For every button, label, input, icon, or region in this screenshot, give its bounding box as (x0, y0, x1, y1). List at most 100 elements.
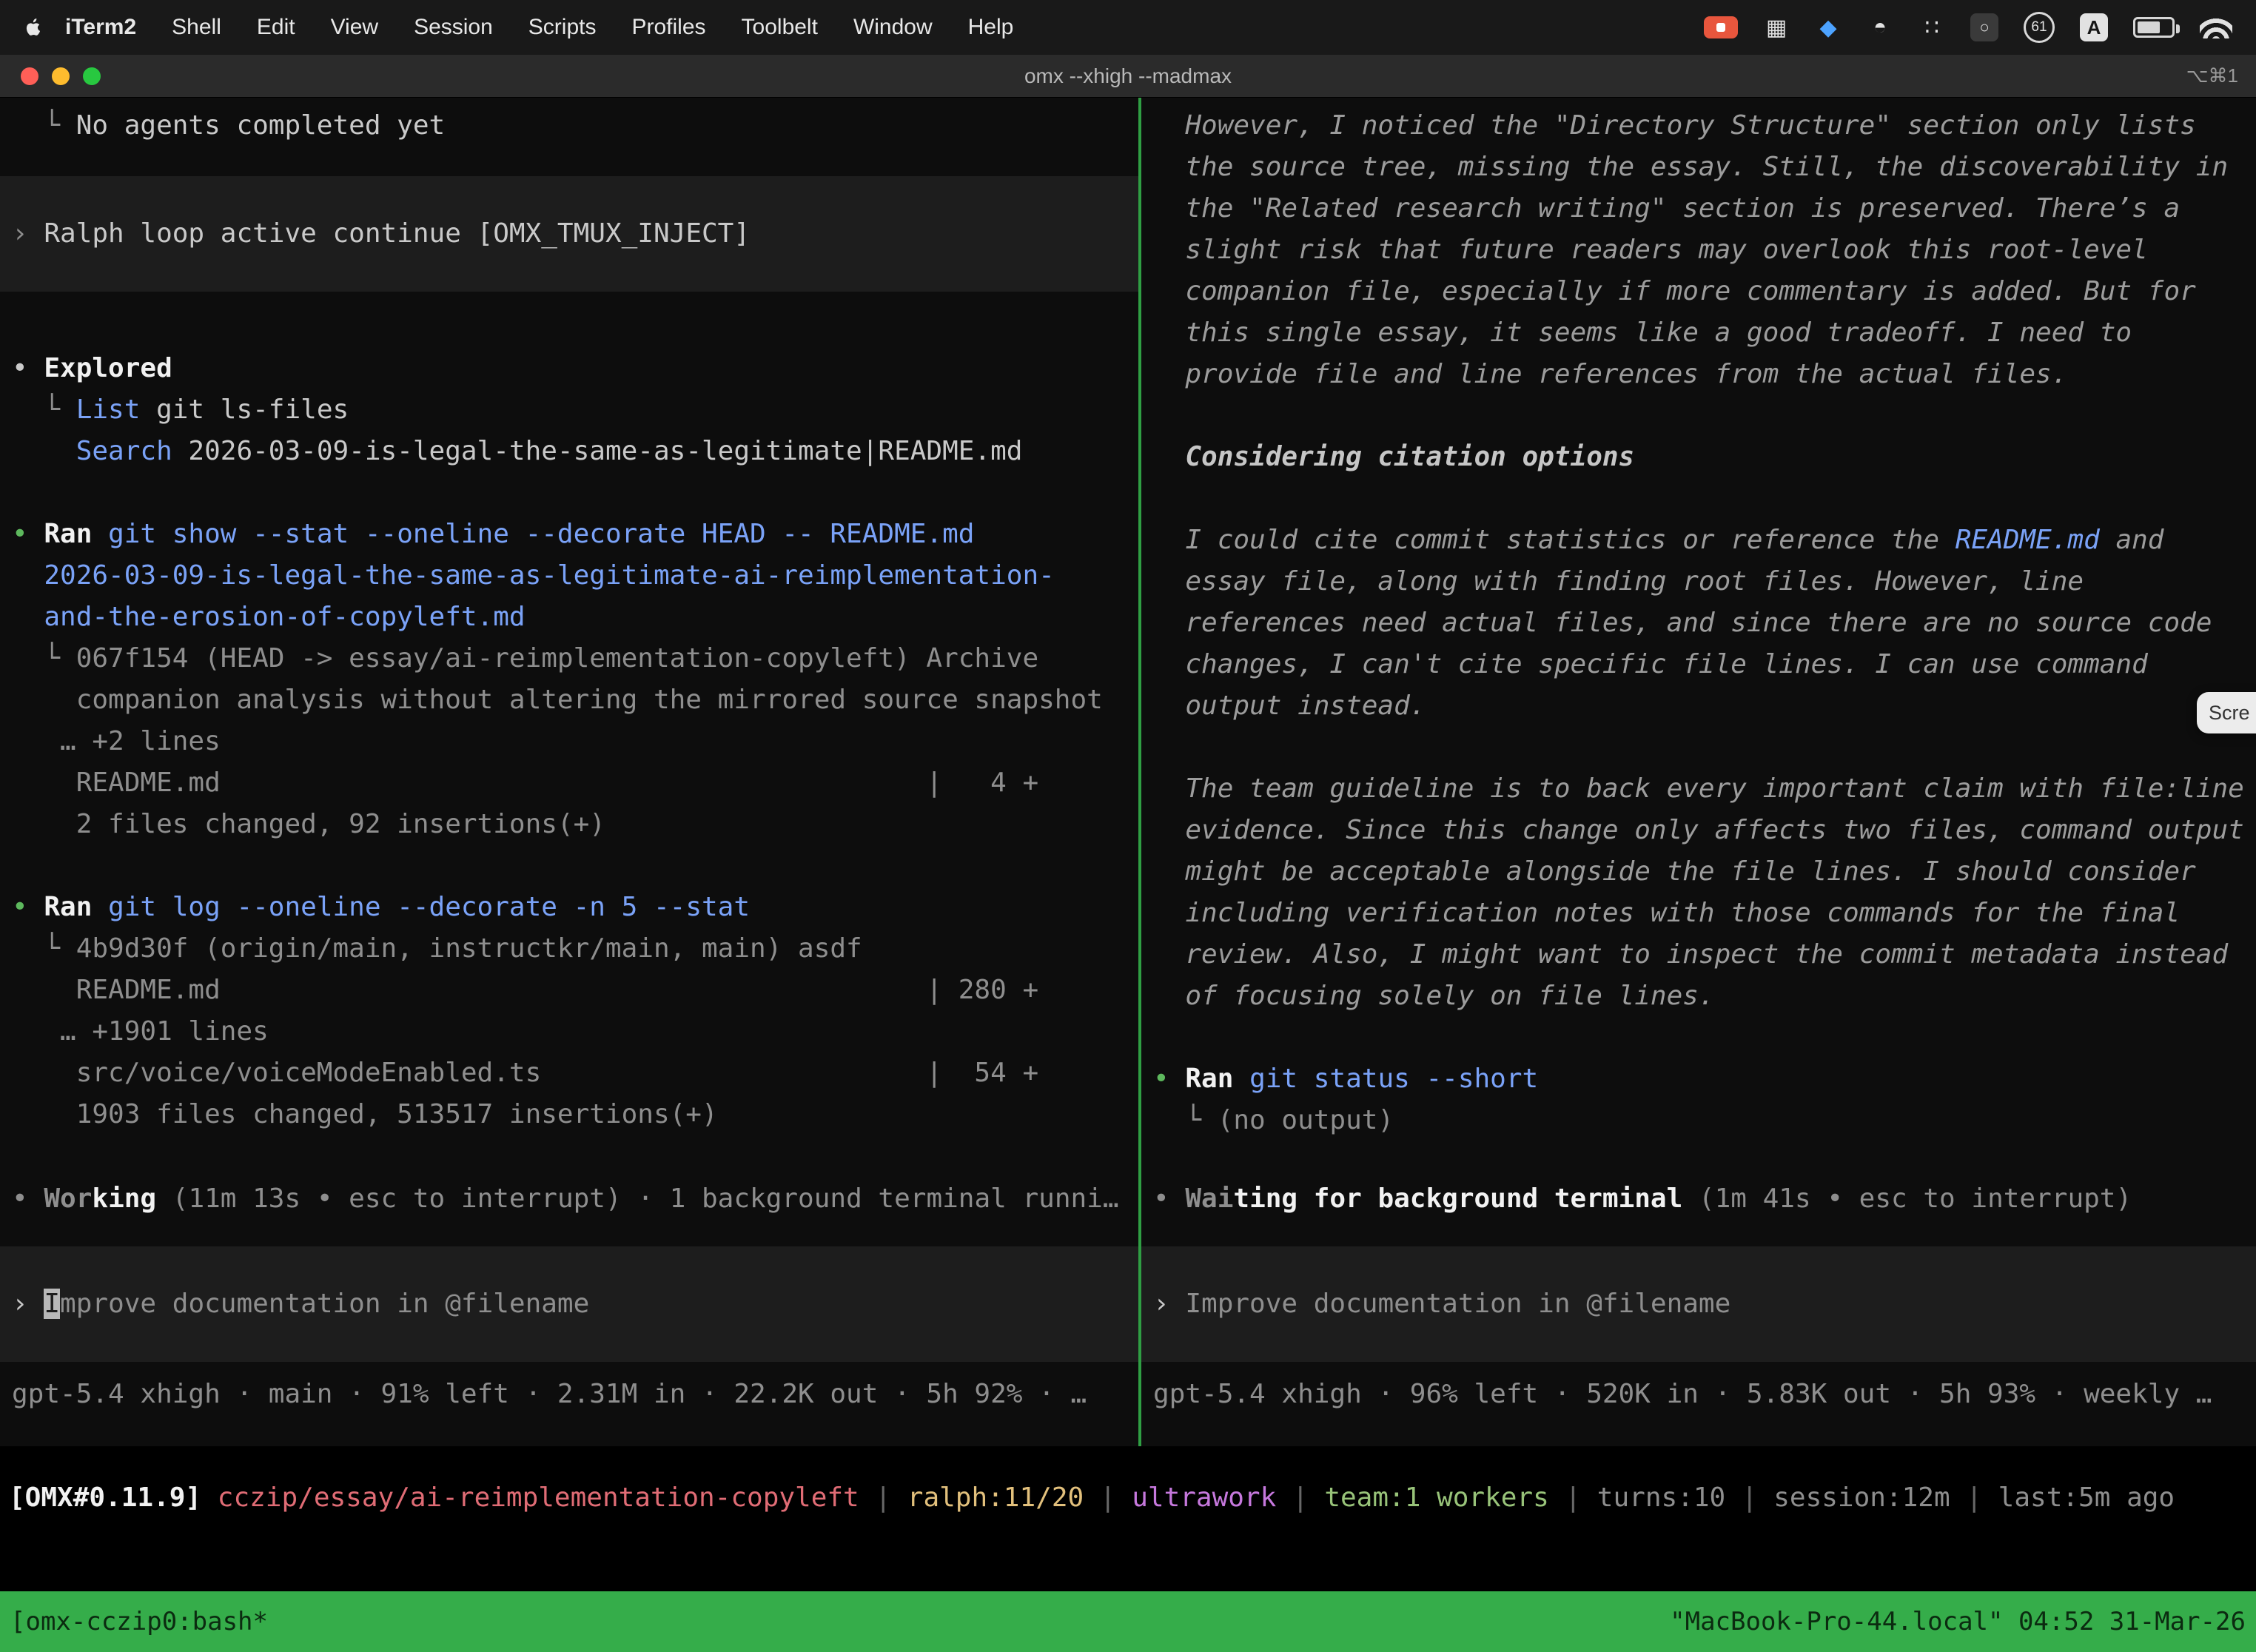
terminal-line: src/voice/voiceModeEnabled.ts | 54 + (0, 1052, 1138, 1094)
left-model-status: gpt-5.4 xhigh · main · 91% left · 2.31M … (0, 1374, 1138, 1415)
right-main-lines: However, I noticed the "Directory Struct… (1141, 105, 2256, 1141)
menu-item-edit[interactable]: Edit (239, 15, 313, 40)
terminal-line: companion file, especially if more comme… (1141, 271, 2256, 312)
wifi-icon[interactable] (2200, 16, 2232, 38)
terminal-line: changes, I can't cite specific file line… (1141, 644, 2256, 685)
text-run: git log --oneline --decorate -n 5 --stat (108, 892, 750, 922)
menu-item-profiles[interactable]: Profiles (614, 15, 723, 40)
text-run: … +2 lines (12, 726, 221, 756)
right-waiting-status: • Waiting for background terminal (1m 41… (1141, 1178, 2256, 1220)
text-run: git ls-files (140, 394, 349, 425)
terminal-line: └ List git ls-files (0, 389, 1138, 431)
text-run: the "Related research writing" section i… (1153, 193, 2180, 224)
terminal-line: provide file and line references from th… (1141, 354, 2256, 395)
text-run: › (1153, 1289, 1185, 1319)
text-run: 1903 files changed, 513517 insertions(+) (12, 1099, 718, 1129)
text-run: last:5m ago (1998, 1483, 2175, 1513)
apple-menu[interactable] (25, 17, 43, 38)
menu-item-shell[interactable]: Shell (154, 15, 239, 40)
text-run: ting for background terminal (1233, 1183, 1682, 1214)
left-prompt-input[interactable]: › Improve documentation in @filename (0, 1246, 1138, 1362)
terminal-line: gpt-5.4 xhigh · 96% left · 520K in · 5.8… (1141, 1374, 2256, 1415)
menu-item-iterm2[interactable]: iTerm2 (47, 15, 154, 40)
text-run: | (1276, 1483, 1324, 1513)
text-run: ralph:11/20 (907, 1483, 1084, 1513)
zoom-button[interactable] (83, 67, 101, 85)
window-manager-icon[interactable]: ▦ (1763, 12, 1790, 43)
shortcut-app-icon[interactable]: ◓ (1867, 12, 1893, 43)
battery-icon[interactable] (2133, 17, 2175, 38)
left-pane-bottom: • Working (11m 13s • esc to interrupt) ·… (0, 1178, 1138, 1446)
left-top-lines: └ No agents completed yet (0, 105, 1138, 147)
terminal-line: … +2 lines (0, 721, 1138, 762)
text-run: └ 067f154 (HEAD -> essay/ai-reimplementa… (12, 643, 1038, 674)
text-run: └ (12, 394, 76, 425)
terminal-line: 1903 files changed, 513517 insertions(+) (0, 1094, 1138, 1135)
terminal: └ No agents completed yet › Ralph loop a… (0, 98, 2256, 1446)
terminal-line: might be acceptable alongside the file l… (1141, 851, 2256, 893)
raycast-icon[interactable]: ◆ (1815, 12, 1842, 43)
password-manager-icon[interactable]: ○ (1970, 13, 1998, 41)
text-run: Considering citation options (1153, 442, 1634, 472)
text-run: [OMX#0.11.9] (9, 1483, 201, 1513)
text-run: └ 4b9d30f (origin/main, instructkr/main,… (12, 933, 862, 964)
window-title-bar[interactable]: omx --xhigh --madmax ⌥⌘1 (0, 55, 2256, 98)
input-source-icon[interactable]: A (2080, 13, 2108, 41)
menu-item-session[interactable]: Session (396, 15, 511, 40)
text-run: • (12, 519, 44, 549)
screen-recording-indicator[interactable] (1704, 16, 1738, 38)
menu-bar: iTerm2ShellEditViewSessionScriptsProfile… (0, 0, 2256, 55)
text-run: including verification notes with those … (1153, 898, 2180, 928)
menu-items: iTerm2ShellEditViewSessionScriptsProfile… (47, 15, 1031, 40)
terminal-line: README.md | 280 + (0, 970, 1138, 1011)
text-run: review. Also, I might want to inspect th… (1153, 939, 2228, 970)
text-run: … +1901 lines (12, 1016, 269, 1047)
terminal-line (1141, 478, 2256, 520)
text-run: cczip/essay/ai-reimplementation-copyleft (218, 1483, 859, 1513)
text-run: src/voice/voiceModeEnabled.ts | 54 + (12, 1058, 1038, 1088)
screen: iTerm2ShellEditViewSessionScriptsProfile… (0, 0, 2256, 1652)
terminal-line: • Ran git log --oneline --decorate -n 5 … (0, 887, 1138, 928)
left-pane[interactable]: └ No agents completed yet › Ralph loop a… (0, 98, 1138, 1446)
text-run: mprove documentation in @filename (60, 1289, 589, 1319)
terminal-line (1141, 1017, 2256, 1058)
terminal-line: Considering citation options (1141, 437, 2256, 478)
text-run: git status --short (1249, 1064, 1538, 1094)
screen-share-overlay-tab[interactable]: Scre (2197, 692, 2256, 733)
text-run: Ralph loop active continue [OMX_TMUX_INJ… (44, 218, 750, 249)
text-run: git show --stat --oneline --decorate HEA… (108, 519, 974, 549)
text-run: The team guideline is to back every impo… (1153, 773, 2244, 804)
menu-item-scripts[interactable]: Scripts (511, 15, 614, 40)
text-run: | (1084, 1483, 1132, 1513)
text-run: Explored (44, 353, 172, 383)
text-run: session:12m (1773, 1483, 1950, 1513)
text-run: ultrawork (1132, 1483, 1276, 1513)
terminal-line: • Ran git show --stat --oneline --decora… (0, 514, 1138, 555)
terminal-line: 2 files changed, 92 insertions(+) (0, 804, 1138, 845)
text-run: team:1 workers (1324, 1483, 1548, 1513)
text-run: › (12, 218, 44, 249)
terminal-line: • Ran git status --short (1141, 1058, 2256, 1100)
terminal-line: Search 2026-03-09-is-legal-the-same-as-l… (0, 431, 1138, 472)
menu-item-toolbelt[interactable]: Toolbelt (724, 15, 836, 40)
text-run: README.md | 4 + (12, 768, 1038, 798)
omx-status-line: [OMX#0.11.9] cczip/essay/ai-reimplementa… (0, 1477, 2256, 1519)
window-title: omx --xhigh --madmax (0, 64, 2256, 88)
right-prompt-input[interactable]: › Improve documentation in @filename (1141, 1246, 2256, 1362)
terminal-line: of focusing solely on file lines. (1141, 976, 2256, 1017)
menu-item-window[interactable]: Window (836, 15, 950, 40)
text-run: └ (no output) (1153, 1105, 1394, 1135)
menu-item-help[interactable]: Help (950, 15, 1032, 40)
text-run: changes, I can't cite specific file line… (1153, 649, 2148, 679)
text-run: (1m 41s • esc to interrupt) (1682, 1183, 2132, 1214)
close-button[interactable] (21, 67, 38, 85)
minimize-button[interactable] (52, 67, 70, 85)
dots-grid-icon[interactable]: ∷ (1918, 12, 1945, 43)
apple-logo (25, 17, 43, 38)
menu-item-view[interactable]: View (313, 15, 396, 40)
left-working-status: • Working (11m 13s • esc to interrupt) ·… (0, 1178, 1138, 1220)
right-pane[interactable]: However, I noticed the "Directory Struct… (1141, 98, 2256, 1446)
battery-percentage-badge[interactable]: 61 (2024, 12, 2055, 43)
terminal-line: 2026-03-09-is-legal-the-same-as-legitima… (0, 555, 1138, 597)
text-run: Search (76, 436, 172, 466)
